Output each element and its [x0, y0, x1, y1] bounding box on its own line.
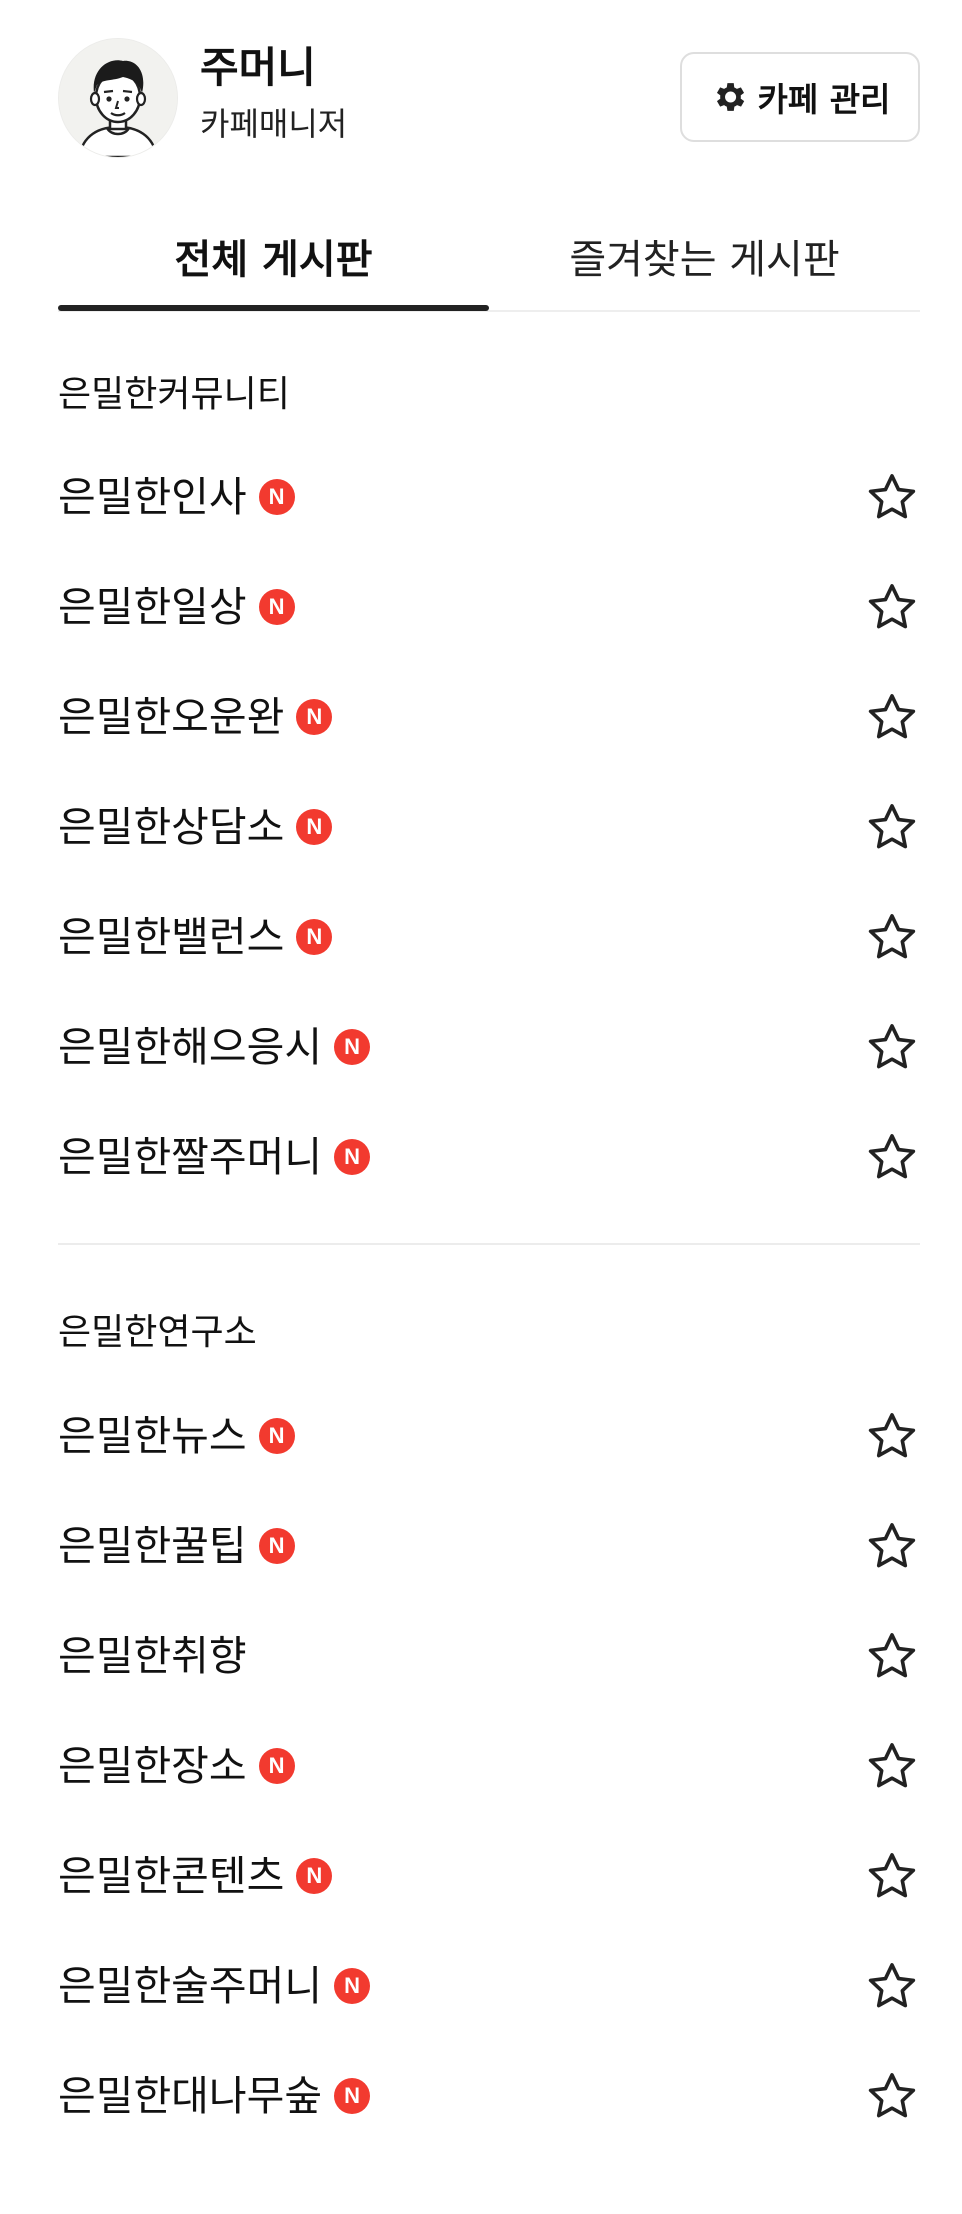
board-item-left: 은밀한콘텐츠 N — [58, 1848, 333, 1904]
favorite-star-icon[interactable] — [864, 1738, 920, 1794]
new-badge: N — [258, 1528, 295, 1564]
new-badge: N — [334, 2078, 371, 2114]
favorite-star-icon[interactable] — [864, 579, 920, 635]
cafe-manage-label: 카페 관리 — [757, 80, 891, 119]
board-label: 은밀한밸런스 — [58, 913, 285, 961]
board-label: 은밀한장소 — [58, 1742, 247, 1790]
board-label: 은밀한대나무숲 — [58, 2072, 323, 2120]
board-label: 은밀한일상 — [58, 583, 247, 631]
tab-favorite-boards[interactable]: 즐겨찾는 게시판 — [489, 200, 920, 312]
board-item-left: 은밀한뉴스 N — [58, 1408, 295, 1464]
favorite-star-icon[interactable] — [864, 469, 920, 525]
favorite-star-icon[interactable] — [864, 799, 920, 855]
section-title-lab: 은밀한연구소 — [58, 1312, 257, 1353]
new-badge: N — [334, 1029, 371, 1065]
board-label: 은밀한콘텐츠 — [58, 1852, 285, 1900]
user-name: 주머니 — [200, 43, 316, 92]
cafe-manage-button[interactable]: 카페 관리 — [680, 52, 920, 142]
favorite-star-icon[interactable] — [864, 1628, 920, 1684]
new-badge: N — [258, 1748, 295, 1784]
board-item-left: 은밀한꿀팁 N — [58, 1518, 295, 1574]
board-list-page: 주머니 카페매니저 카페 관리 전체 게시판 즐겨찾는 게시판 은밀한커뮤니티 … — [0, 0, 962, 2214]
new-badge: N — [258, 589, 295, 625]
board-item-left: 은밀한밸런스 N — [58, 909, 333, 965]
gear-icon — [716, 83, 744, 111]
board-item-left: 은밀한대나무숲 N — [58, 2068, 371, 2124]
active-tab-indicator — [58, 305, 489, 311]
board-item-left: 은밀한해으응시 N — [58, 1019, 371, 1075]
board-item-left: 은밀한술주머니 N — [58, 1958, 371, 2014]
board-item-left: 은밀한취향 — [58, 1628, 247, 1684]
board-item[interactable]: 은밀한짤주머니 N — [58, 1102, 920, 1212]
board-label: 은밀한해으응시 — [58, 1023, 323, 1071]
new-badge: N — [258, 479, 295, 515]
board-item[interactable]: 은밀한술주머니 N — [58, 1931, 920, 2041]
board-label: 은밀한취향 — [58, 1632, 247, 1680]
board-item[interactable]: 은밀한대나무숲 N — [58, 2041, 920, 2151]
board-item[interactable]: 은밀한밸런스 N — [58, 882, 920, 992]
board-item-left: 은밀한장소 N — [58, 1738, 295, 1794]
board-item[interactable]: 은밀한오운완 N — [58, 662, 920, 772]
board-label: 은밀한술주머니 — [58, 1962, 323, 2010]
new-badge: N — [334, 1968, 371, 2004]
board-item-left: 은밀한오운완 N — [58, 689, 333, 745]
board-item[interactable]: 은밀한일상 N — [58, 552, 920, 662]
board-item-left: 은밀한일상 N — [58, 579, 295, 635]
board-item[interactable]: 은밀한콘텐츠 N — [58, 1821, 920, 1931]
new-badge: N — [296, 1858, 333, 1894]
board-tabs: 전체 게시판 즐겨찾는 게시판 — [58, 200, 920, 312]
board-label: 은밀한짤주머니 — [58, 1133, 323, 1181]
favorite-star-icon[interactable] — [864, 1518, 920, 1574]
board-item-left: 은밀한짤주머니 N — [58, 1129, 371, 1185]
favorite-star-icon[interactable] — [864, 689, 920, 745]
board-item[interactable]: 은밀한상담소 N — [58, 772, 920, 882]
board-label: 은밀한상담소 — [58, 803, 285, 851]
section-title-community: 은밀한커뮤니티 — [58, 374, 290, 415]
new-badge: N — [296, 809, 333, 845]
favorite-star-icon[interactable] — [864, 1129, 920, 1185]
favorite-star-icon[interactable] — [864, 1408, 920, 1464]
board-list-community: 은밀한인사 N 은밀한일상 N 은밀한오운완 N 은밀한상담소 N 은밀한밸런스 N 은밀한해으응시… — [58, 442, 920, 1212]
favorite-star-icon[interactable] — [864, 909, 920, 965]
board-list-lab: 은밀한뉴스 N 은밀한꿀팁 N 은밀한취향 은밀한장소 N 은밀한콘텐츠 N 은밀한술주머니 N 은밀… — [58, 1381, 920, 2151]
new-badge: N — [334, 1139, 371, 1175]
new-badge: N — [296, 919, 333, 955]
favorite-star-icon[interactable] — [864, 1958, 920, 2014]
board-label: 은밀한뉴스 — [58, 1412, 247, 1460]
section-divider — [58, 1243, 920, 1245]
board-item-left: 은밀한인사 N — [58, 469, 295, 525]
board-label: 은밀한오운완 — [58, 693, 285, 741]
favorite-star-icon[interactable] — [864, 1019, 920, 1075]
user-role: 카페매니저 — [200, 105, 348, 143]
new-badge: N — [296, 699, 333, 735]
user-avatar-icon[interactable] — [58, 38, 178, 158]
board-item-left: 은밀한상담소 N — [58, 799, 333, 855]
board-item[interactable]: 은밀한인사 N — [58, 442, 920, 552]
board-item[interactable]: 은밀한뉴스 N — [58, 1381, 920, 1491]
board-item[interactable]: 은밀한장소 N — [58, 1711, 920, 1821]
board-label: 은밀한꿀팁 — [58, 1522, 247, 1570]
profile-header: 주머니 카페매니저 카페 관리 — [58, 36, 920, 158]
favorite-star-icon[interactable] — [864, 1848, 920, 1904]
tab-all-boards[interactable]: 전체 게시판 — [58, 200, 489, 312]
board-label: 은밀한인사 — [58, 473, 247, 521]
favorite-star-icon[interactable] — [864, 2068, 920, 2124]
new-badge: N — [258, 1418, 295, 1454]
board-item[interactable]: 은밀한꿀팁 N — [58, 1491, 920, 1601]
board-item[interactable]: 은밀한취향 — [58, 1601, 920, 1711]
board-item[interactable]: 은밀한해으응시 N — [58, 992, 920, 1102]
